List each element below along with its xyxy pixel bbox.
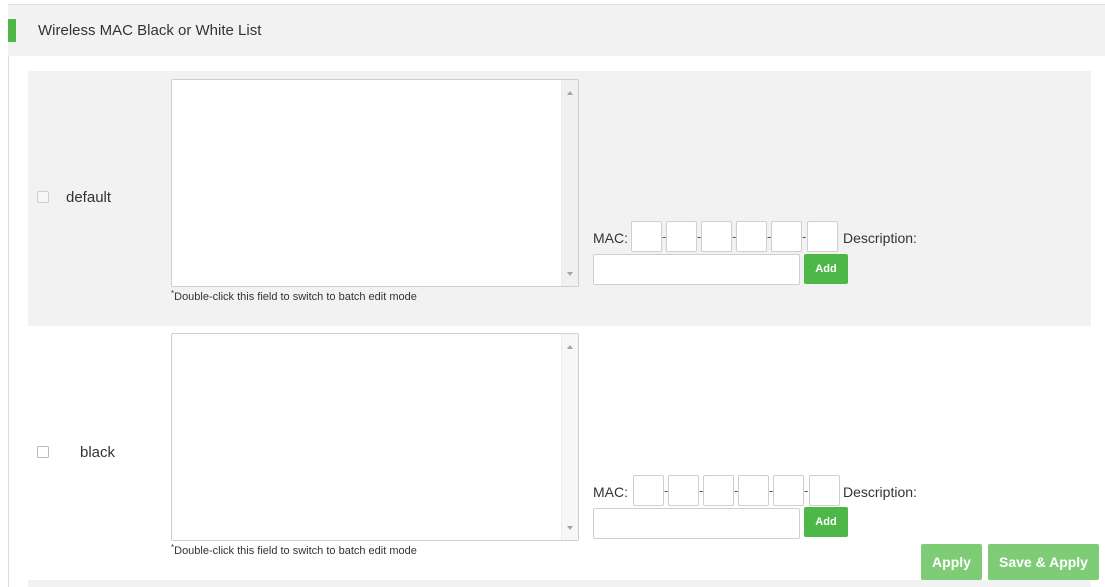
default-mac-octet-2[interactable]: [666, 221, 697, 252]
scroll-down-arrow-icon[interactable]: [567, 272, 573, 276]
apply-button[interactable]: Apply: [921, 544, 982, 580]
mac-separator: -: [802, 229, 807, 244]
default-mac-octet-3[interactable]: [701, 221, 732, 252]
hint-text: Double-click this field to switch to bat…: [174, 545, 417, 557]
default-mac-label: MAC:: [593, 230, 628, 246]
next-row-edge: [28, 580, 1091, 587]
default-checkbox[interactable]: [37, 191, 49, 203]
default-description-label: Description:: [843, 230, 917, 246]
default-batch-edit-hint: *Double-click this field to switch to ba…: [171, 289, 417, 303]
black-checkbox[interactable]: [37, 446, 49, 458]
page: Wireless MAC Black or White List default…: [0, 0, 1105, 587]
black-mac-octet-3[interactable]: [703, 475, 734, 506]
section-accent-bar: [8, 19, 16, 42]
default-description-input[interactable]: [593, 254, 800, 285]
save-apply-button[interactable]: Save & Apply: [988, 544, 1099, 580]
black-mac-list-scrollbar[interactable]: [561, 334, 578, 540]
black-batch-edit-hint: *Double-click this field to switch to ba…: [171, 543, 417, 557]
list-row-default: default *Double-click this field to swit…: [28, 71, 1091, 326]
black-mac-octet-4[interactable]: [738, 475, 769, 506]
default-mac-list-scrollbar[interactable]: [561, 80, 578, 286]
default-mac-octet-4[interactable]: [736, 221, 767, 252]
left-border: [8, 4, 9, 587]
scroll-up-arrow-icon[interactable]: [567, 91, 573, 95]
list-row-black: black *Double-click this field to switch…: [28, 326, 1091, 581]
black-description-label: Description:: [843, 484, 917, 500]
black-add-button[interactable]: Add: [804, 507, 848, 537]
section-title: Wireless MAC Black or White List: [38, 22, 262, 39]
black-mac-octet-5[interactable]: [773, 475, 804, 506]
section-header: Wireless MAC Black or White List: [8, 4, 1105, 56]
default-label: default: [66, 189, 112, 206]
black-label: black: [80, 444, 116, 461]
default-mac-octet-6[interactable]: [807, 221, 838, 252]
black-description-input[interactable]: [593, 508, 800, 539]
mac-separator: -: [804, 483, 809, 498]
default-mac-list-textarea[interactable]: [171, 79, 579, 287]
default-add-button[interactable]: Add: [804, 254, 848, 284]
scroll-down-arrow-icon[interactable]: [567, 526, 573, 530]
black-mac-octet-6[interactable]: [809, 475, 840, 506]
black-mac-octet-1[interactable]: [633, 475, 664, 506]
hint-text: Double-click this field to switch to bat…: [174, 291, 417, 303]
default-mac-octet-1[interactable]: [631, 221, 662, 252]
black-mac-label: MAC:: [593, 484, 628, 500]
scroll-up-arrow-icon[interactable]: [567, 345, 573, 349]
default-mac-octet-5[interactable]: [771, 221, 802, 252]
black-mac-list-textarea[interactable]: [171, 333, 579, 541]
black-mac-octet-2[interactable]: [668, 475, 699, 506]
